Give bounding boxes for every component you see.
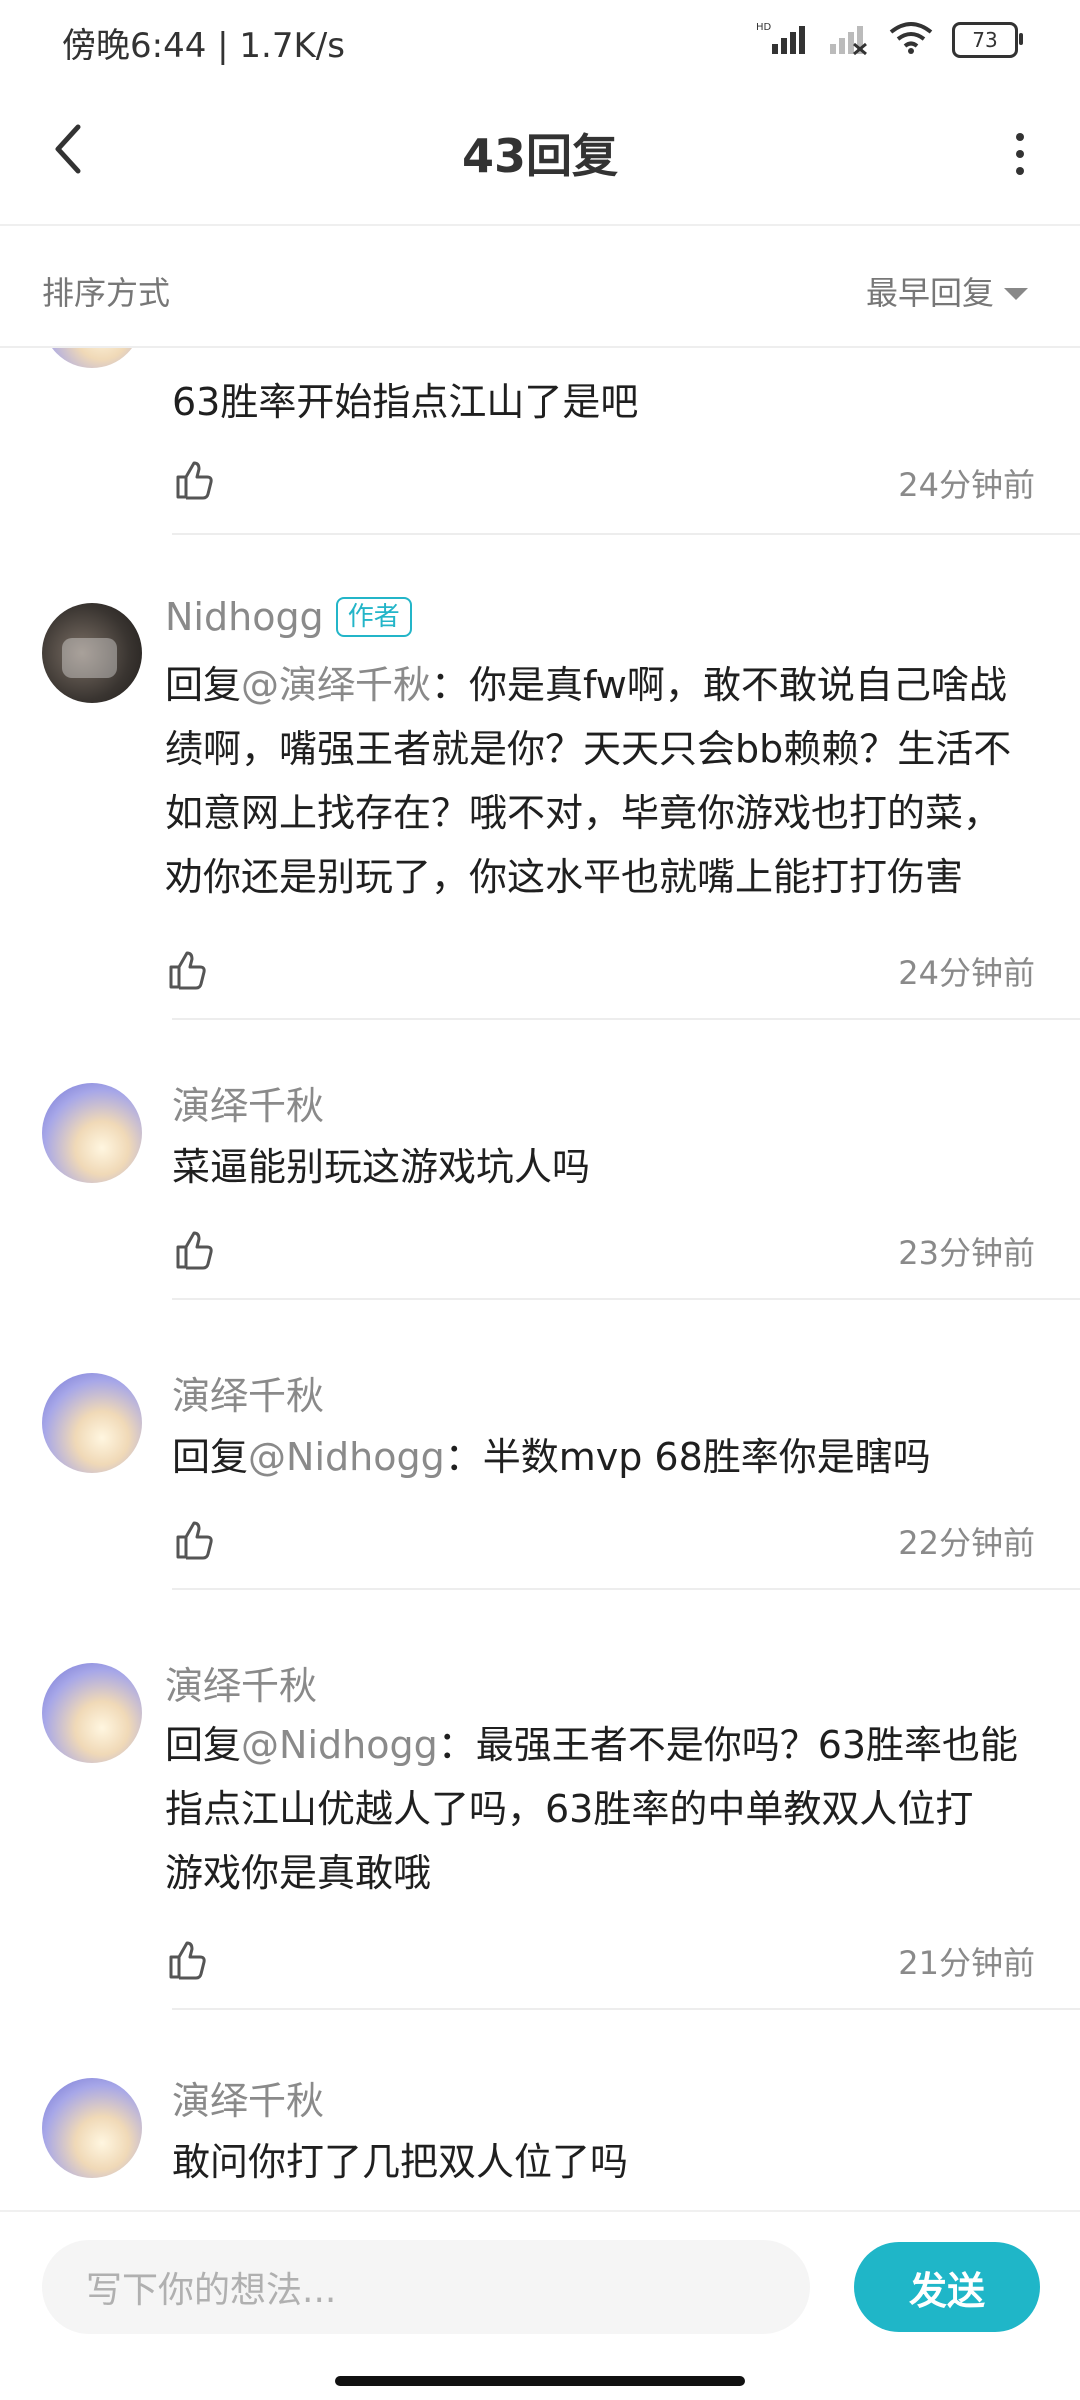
comment-text: 回复@演绎千秋：你是真fw啊，敢不敢说自己啥战 绩啊，嘴强王者就是你？天天只会b… [165,653,1045,909]
comment-line: 劝你还是别玩了，你这水平也就嘴上能打打伤害 [165,855,964,899]
thumbs-up-icon[interactable] [172,1228,216,1272]
sort-label: 排序方式 [42,274,171,312]
comment-author[interactable]: 演绎千秋 [172,1075,324,1130]
avatar[interactable] [42,603,142,703]
signal-2-icon [826,20,870,60]
svg-text:HD: HD [756,22,772,33]
comment-text: 回复@Nidhogg：半数mvp 68胜率你是瞎吗 [172,1425,931,1489]
reply-prefix: 回复 [165,1723,242,1767]
dropdown-triangle-icon [1004,288,1028,300]
home-indicator[interactable] [335,2376,745,2386]
avatar[interactable] [42,1663,142,1763]
avatar[interactable] [42,1373,142,1473]
avatar[interactable] [42,1083,142,1183]
reply-prefix: 回复 [172,1435,249,1479]
comment-list[interactable]: 63胜率开始指点江山了是吧 24分钟前 Nidhogg 作者 回复@演绎千秋：你… [0,348,1080,2210]
thumbs-up-icon[interactable] [172,458,216,502]
comment-input[interactable]: 写下你的想法... [42,2240,810,2334]
top-app-bar: 43回复 [0,84,1080,226]
author-name: Nidhogg [165,595,324,639]
comment-time: 21分钟前 [898,1944,1035,1982]
comment-time: 24分钟前 [898,954,1035,992]
comment-line: 指点江山优越人了吗，63胜率的中单教双人位打 [165,1787,974,1831]
more-menu-button[interactable] [1000,124,1040,184]
reply-prefix: 回复 [165,663,242,707]
comment-line: 游戏你是真敢哦 [165,1851,432,1895]
thumbs-up-icon[interactable] [165,1938,209,1982]
comment-time: 22分钟前 [898,1524,1035,1562]
comment-text: 菜逼能别玩这游戏坑人吗 [172,1145,591,1189]
thumbs-up-icon[interactable] [165,948,209,992]
divider [172,1298,1080,1300]
sort-bar: 排序方式 最早回复 [0,226,1080,348]
divider [172,533,1080,535]
comment-line: 绩啊，嘴强王者就是你？天天只会bb赖赖？生活不 [165,727,1012,771]
battery-level: 73 [972,28,998,52]
author-name: 演绎千秋 [172,2079,325,2123]
comment-author[interactable]: Nidhogg 作者 [165,595,412,639]
avatar[interactable] [42,348,142,368]
comment-line: ：你是真fw啊，敢不敢说自己啥战 [431,663,1007,707]
author-name: 演绎千秋 [165,1664,318,1708]
battery-icon: 73 [952,22,1023,58]
author-name: 演绎千秋 [172,1084,325,1128]
divider [172,1588,1080,1590]
mention-link[interactable]: @Nidhogg [248,1435,445,1479]
comment-line: 如意网上找存在？哦不对，毕竟你游戏也打的菜， [165,791,1002,835]
thumbs-up-icon[interactable] [172,1518,216,1562]
mention-link[interactable]: @Nidhogg [241,1723,438,1767]
comment-line: ：最强王者不是你吗？63胜率也能 [437,1723,1019,1767]
comment-line: ：半数mvp 68胜率你是瞎吗 [444,1435,931,1479]
mention-link[interactable]: @演绎千秋 [241,663,431,707]
status-icons: HD 73 [756,18,1023,62]
comment-time: 24分钟前 [898,466,1035,504]
wifi-icon [888,20,934,60]
comment-author[interactable]: 演绎千秋 [172,2070,324,2125]
signal-icon: HD [756,20,808,60]
comment-author[interactable]: 演绎千秋 [165,1655,317,1710]
author-badge: 作者 [335,597,412,637]
comment-text: 敢问你打了几把双人位了吗 [172,2140,629,2184]
sort-dropdown[interactable]: 最早回复 [866,268,1028,314]
comment-text: 回复@Nidhogg：最强王者不是你吗？63胜率也能 指点江山优越人了吗，63胜… [165,1713,1045,1905]
status-bar: 傍晚6:44 | 1.7K/s HD 73 [0,0,1080,84]
comment-text: 63胜率开始指点江山了是吧 [172,380,639,424]
divider [172,2008,1080,2010]
sort-value: 最早回复 [865,274,994,312]
comment-time: 23分钟前 [898,1234,1035,1272]
avatar[interactable] [42,2078,142,2178]
author-name: 演绎千秋 [172,1374,325,1418]
comment-composer: 写下你的想法... 发送 [0,2210,1080,2372]
send-button[interactable]: 发送 [854,2242,1040,2332]
divider [172,1018,1080,1020]
comment-author[interactable]: 演绎千秋 [172,1365,324,1420]
page-title: 43回复 [461,129,618,183]
